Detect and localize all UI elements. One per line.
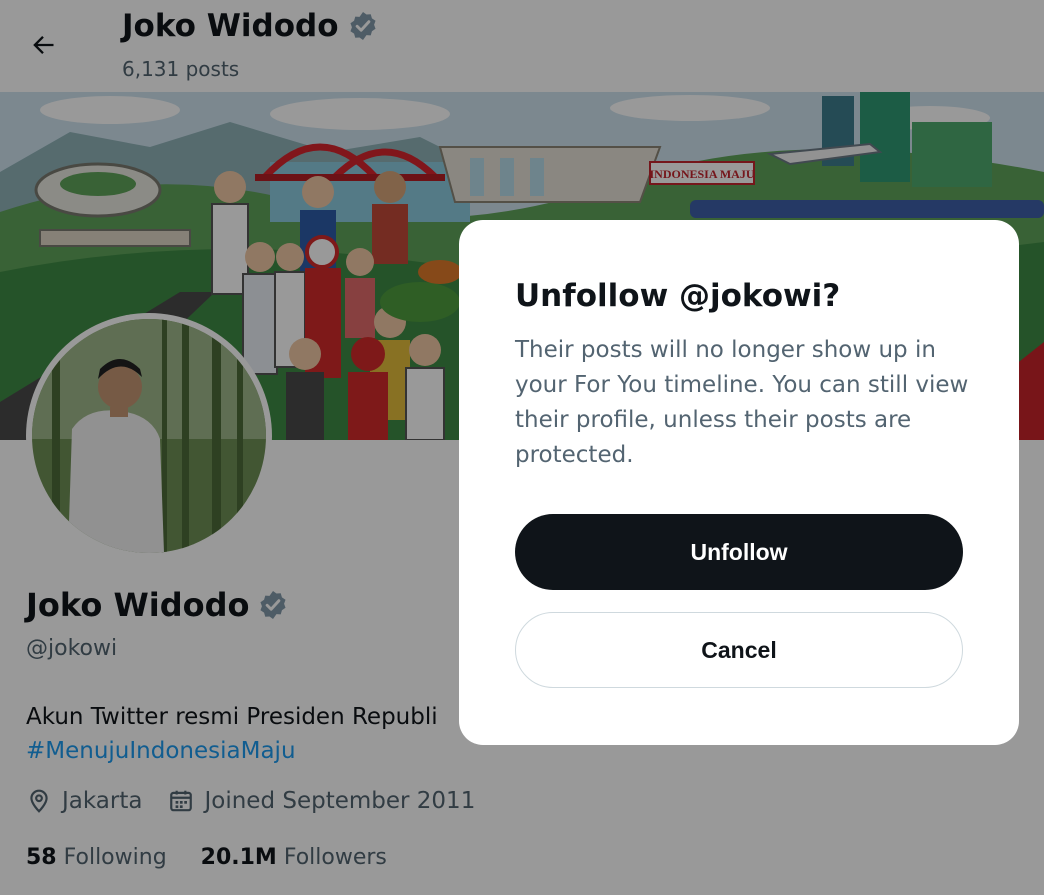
dialog-title: Unfollow @jokowi? — [515, 278, 841, 314]
cancel-button[interactable]: Cancel — [515, 612, 963, 688]
unfollow-dialog: Unfollow @jokowi? Their posts will no lo… — [459, 220, 1019, 745]
unfollow-button[interactable]: Unfollow — [515, 514, 963, 590]
dialog-message: Their posts will no longer show up in yo… — [515, 337, 969, 468]
